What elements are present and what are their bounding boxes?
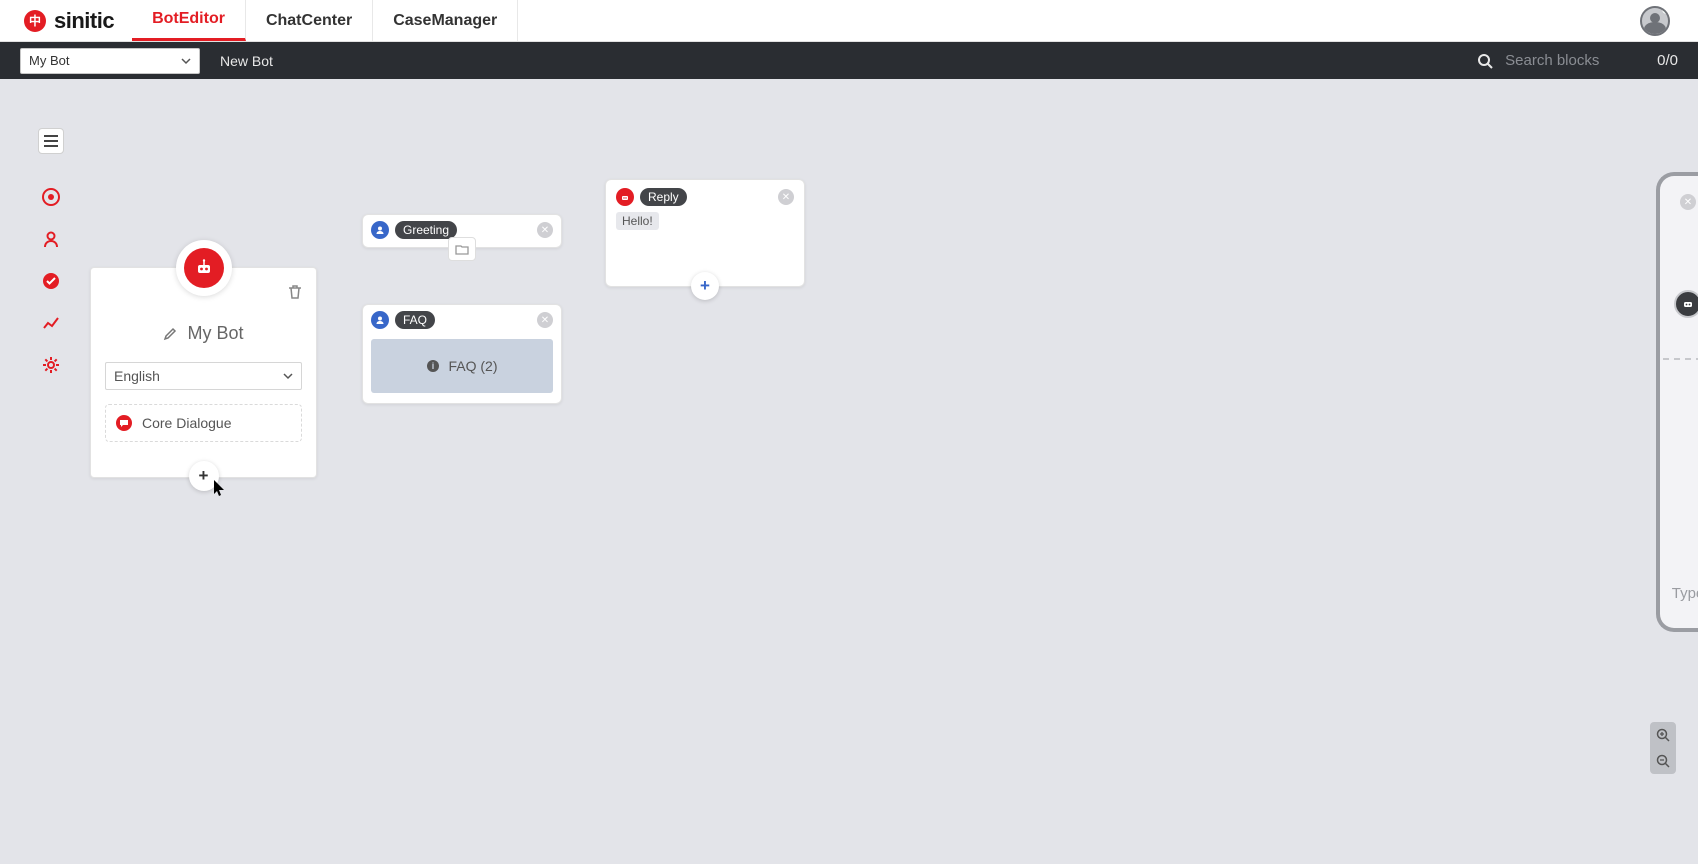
brand: 中 sinitic xyxy=(0,0,132,41)
user-icon xyxy=(371,221,389,239)
zoom-out-button[interactable] xyxy=(1650,748,1676,774)
greeting-delete-button[interactable]: ✕ xyxy=(537,222,553,238)
bot-icon xyxy=(616,188,634,206)
edit-icon xyxy=(163,327,177,341)
reply-label: Reply xyxy=(640,188,687,206)
subbar-right: 0/0 xyxy=(1477,52,1678,69)
search-counter: 0/0 xyxy=(1657,52,1678,69)
bot-select-value: My Bot xyxy=(29,53,69,68)
zoom-in-icon xyxy=(1656,728,1670,742)
reply-delete-button[interactable]: ✕ xyxy=(778,189,794,205)
flow-canvas[interactable]: My Bot English Core Dialogue + Greeting xyxy=(0,79,1698,864)
add-intent-button[interactable]: + xyxy=(189,461,219,491)
bot-icon xyxy=(1681,297,1695,311)
greeting-node[interactable]: Greeting ✕ xyxy=(362,214,562,248)
user-avatar[interactable] xyxy=(1640,0,1698,41)
preview-bot-avatar xyxy=(1674,290,1698,318)
faq-label: FAQ xyxy=(395,311,435,329)
plus-icon: + xyxy=(700,276,710,296)
language-value: English xyxy=(114,368,160,384)
zoom-out-icon xyxy=(1656,754,1670,768)
preview-close-button[interactable]: ✕ xyxy=(1680,194,1696,210)
tab-chatcenter[interactable]: ChatCenter xyxy=(246,0,373,41)
status-dot-icon xyxy=(1662,6,1670,14)
folder-icon xyxy=(455,243,469,255)
bot-root-card[interactable]: My Bot English Core Dialogue + xyxy=(90,267,317,478)
close-icon: ✕ xyxy=(541,225,549,236)
search-input[interactable] xyxy=(1505,52,1645,69)
reply-header: Reply ✕ xyxy=(616,188,794,206)
preview-panel: ✕ Type xyxy=(1656,172,1698,632)
plus-icon: + xyxy=(199,466,209,486)
info-icon: i xyxy=(426,359,440,373)
faq-body[interactable]: i FAQ (2) xyxy=(371,339,553,393)
reply-add-button[interactable]: + xyxy=(691,272,719,300)
bot-select[interactable]: My Bot xyxy=(20,48,200,74)
connectors xyxy=(0,79,300,229)
avatar-icon xyxy=(1640,6,1670,36)
reply-node[interactable]: Reply ✕ Hello! + xyxy=(605,179,805,287)
tab-casemanager[interactable]: CaseManager xyxy=(373,0,518,41)
close-icon: ✕ xyxy=(782,192,790,203)
svg-text:i: i xyxy=(432,361,435,371)
chevron-down-icon xyxy=(181,56,191,66)
greeting-folder-button[interactable] xyxy=(448,237,476,261)
brand-name: sinitic xyxy=(54,8,114,34)
bot-title: My Bot xyxy=(187,323,243,344)
user-icon xyxy=(371,311,389,329)
delete-bot-button[interactable] xyxy=(288,284,302,300)
faq-delete-button[interactable]: ✕ xyxy=(537,312,553,328)
zoom-controls xyxy=(1650,722,1676,774)
tab-boteditor[interactable]: BotEditor xyxy=(132,0,246,41)
trash-icon xyxy=(288,284,302,300)
chevron-down-icon xyxy=(283,371,293,381)
greeting-label: Greeting xyxy=(395,221,457,239)
nav-tabs: BotEditor ChatCenter CaseManager xyxy=(132,0,518,41)
faq-header: FAQ ✕ xyxy=(371,311,553,329)
faq-body-label: FAQ (2) xyxy=(448,358,497,374)
zoom-in-button[interactable] xyxy=(1650,722,1676,748)
close-icon: ✕ xyxy=(1684,197,1692,208)
reply-message: Hello! xyxy=(616,212,659,230)
search-icon xyxy=(1477,53,1493,69)
close-icon: ✕ xyxy=(541,315,549,326)
bot-title-row[interactable]: My Bot xyxy=(105,323,302,344)
bot-icon xyxy=(184,248,224,288)
brand-logo-icon: 中 xyxy=(24,10,46,32)
preview-type-placeholder[interactable]: Type xyxy=(1672,585,1698,602)
faq-node[interactable]: FAQ ✕ i FAQ (2) xyxy=(362,304,562,404)
chat-icon xyxy=(116,415,132,431)
language-select[interactable]: English xyxy=(105,362,302,390)
sub-bar: My Bot New Bot 0/0 xyxy=(0,42,1698,79)
top-nav: 中 sinitic BotEditor ChatCenter CaseManag… xyxy=(0,0,1698,42)
core-dialogue-label: Core Dialogue xyxy=(142,415,232,431)
preview-divider xyxy=(1663,358,1698,360)
new-bot-button[interactable]: New Bot xyxy=(210,53,283,69)
core-dialogue-item[interactable]: Core Dialogue xyxy=(105,404,302,442)
bot-avatar xyxy=(176,240,232,296)
